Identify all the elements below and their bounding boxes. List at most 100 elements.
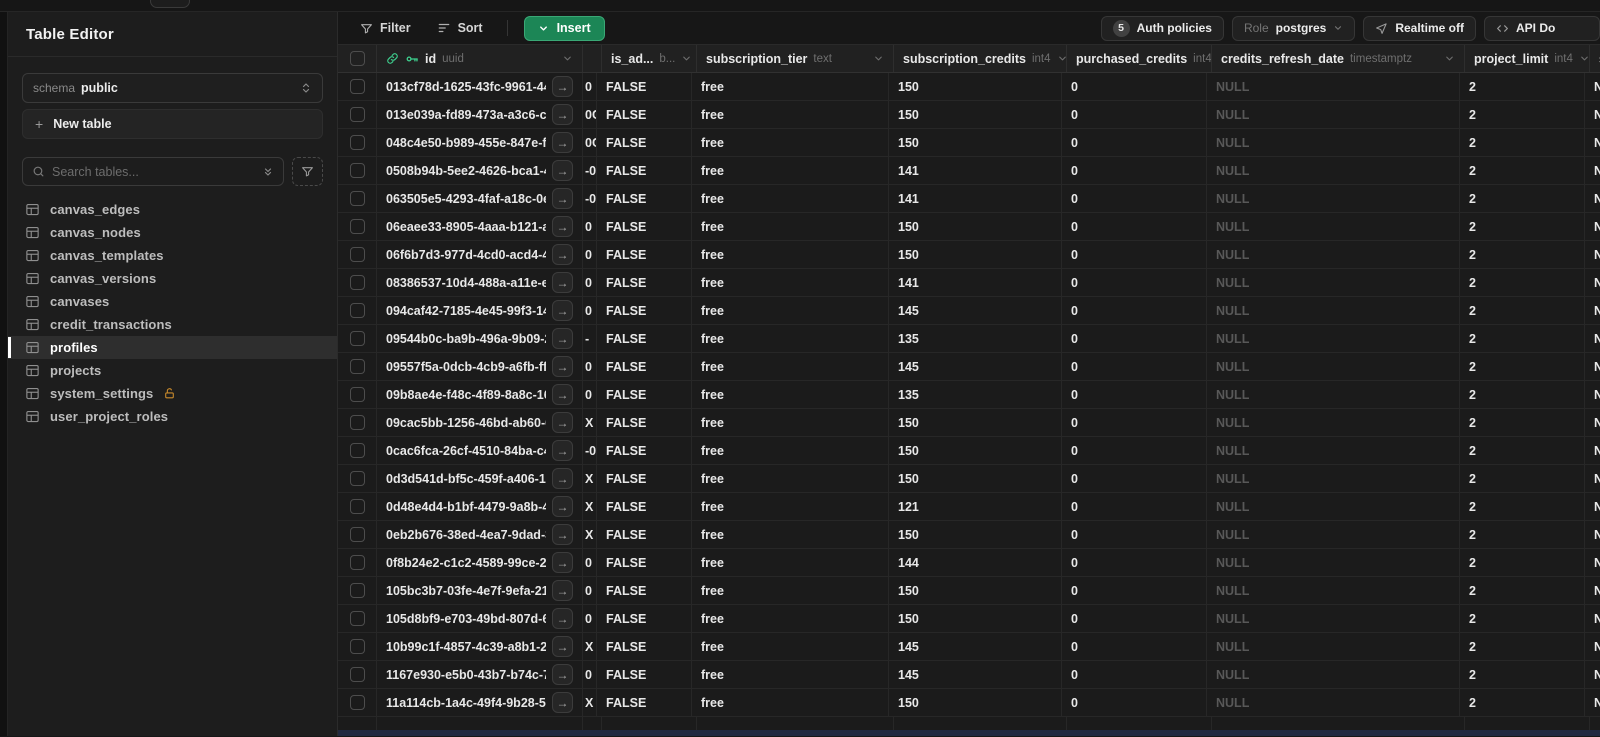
cell-subscription_tier[interactable]: free (692, 73, 889, 100)
search-tables-input[interactable]: Search tables... (22, 157, 284, 186)
cell-id[interactable]: 06f6b7d3-977d-4cd0-acd4-4a78... → (377, 241, 583, 268)
cell-project_limit[interactable]: 2 (1460, 409, 1585, 436)
cell-subscription_tier[interactable]: free (692, 157, 889, 184)
cell-is_admin[interactable]: FALSE (597, 661, 692, 688)
expand-row-button[interactable]: → (552, 160, 573, 181)
cell-subscription_tier[interactable]: free (692, 297, 889, 324)
cell-subscription_credits[interactable]: 150 (889, 213, 1062, 240)
cell-credits_refresh_date[interactable]: NULL (1207, 661, 1460, 688)
cell-id[interactable]: 09b8ae4e-f48c-4f89-8a8c-1629b... → (377, 381, 583, 408)
cell-id[interactable]: 08386537-10d4-488a-a11e-eb5a6... → (377, 269, 583, 296)
cell-frag[interactable]: X (583, 493, 597, 520)
cell-frag[interactable]: -0 (583, 437, 597, 464)
cell-project_limit[interactable]: 2 (1460, 689, 1585, 716)
cell-subscription_tier[interactable]: free (692, 325, 889, 352)
expand-row-button[interactable]: → (552, 636, 573, 657)
cell-purchased_credits[interactable]: 0 (1062, 465, 1207, 492)
column-menu-icon[interactable] (681, 53, 692, 64)
cell-subscription_credits[interactable]: 150 (889, 437, 1062, 464)
cell-id[interactable]: 0508b94b-5ee2-4626-bca1-4bca... → (377, 157, 583, 184)
sidebar-item-credit_transactions[interactable]: credit_transactions (8, 313, 337, 336)
cell-is_admin[interactable]: FALSE (597, 633, 692, 660)
cell-credits_refresh_date[interactable]: NULL (1207, 577, 1460, 604)
sidebar-filter-button[interactable] (292, 157, 323, 186)
cell-project_limit[interactable]: 2 (1460, 549, 1585, 576)
expand-row-button[interactable]: → (552, 244, 573, 265)
cell-frag[interactable]: X (583, 633, 597, 660)
cell-subscription_credits[interactable]: 144 (889, 549, 1062, 576)
row-checkbox[interactable] (349, 611, 365, 626)
cell-id[interactable]: 013e039a-fd89-473a-a3c6-ccfa9... → (377, 101, 583, 128)
row-checkbox[interactable] (349, 499, 365, 514)
cell-id[interactable]: 105d8bf9-e703-49bd-807d-645e... → (377, 605, 583, 632)
expand-row-button[interactable]: → (552, 300, 573, 321)
cell-is_admin[interactable]: FALSE (597, 549, 692, 576)
expand-row-button[interactable]: → (552, 328, 573, 349)
row-checkbox[interactable] (349, 359, 365, 374)
cell-su[interactable]: N (1585, 157, 1600, 184)
select-all-checkbox[interactable] (349, 51, 365, 66)
cell-credits_refresh_date[interactable]: NULL (1207, 325, 1460, 352)
cell-subscription_tier[interactable]: free (692, 213, 889, 240)
cell-subscription_tier[interactable]: free (692, 633, 889, 660)
cell-frag[interactable]: 0 (583, 381, 597, 408)
cell-subscription_tier[interactable]: free (692, 689, 889, 716)
cell-id[interactable]: 09cac5bb-1256-46bd-ab60-64ed... → (377, 409, 583, 436)
column-menu-icon[interactable] (1444, 53, 1455, 64)
cell-frag[interactable]: 0 (583, 549, 597, 576)
cell-id[interactable]: 10b99c1f-4857-4c39-a8b1-263b8... → (377, 633, 583, 660)
cell-su[interactable]: N (1585, 465, 1600, 492)
cell-id[interactable]: 0cac6fca-26cf-4510-84ba-c4580... → (377, 437, 583, 464)
cell-credits_refresh_date[interactable]: NULL (1207, 157, 1460, 184)
cell-is_admin[interactable]: FALSE (597, 101, 692, 128)
cell-project_limit[interactable]: 2 (1460, 213, 1585, 240)
cell-subscription_tier[interactable]: free (692, 269, 889, 296)
cell-subscription_credits[interactable]: 145 (889, 661, 1062, 688)
cell-credits_refresh_date[interactable]: NULL (1207, 437, 1460, 464)
column-menu-icon[interactable] (562, 53, 573, 64)
cell-project_limit[interactable]: 2 (1460, 241, 1585, 268)
cell-is_admin[interactable]: FALSE (597, 465, 692, 492)
sidebar-item-profiles[interactable]: profiles (8, 336, 337, 359)
cell-su[interactable]: N (1585, 689, 1600, 716)
cell-purchased_credits[interactable]: 0 (1062, 409, 1207, 436)
row-checkbox[interactable] (349, 303, 365, 318)
cell-id[interactable]: 09557f5a-0dcb-4cb9-a6fb-fff366... → (377, 353, 583, 380)
cell-credits_refresh_date[interactable]: NULL (1207, 101, 1460, 128)
cell-credits_refresh_date[interactable]: NULL (1207, 381, 1460, 408)
cell-su[interactable]: N (1585, 549, 1600, 576)
cell-project_limit[interactable]: 2 (1460, 521, 1585, 548)
cell-su[interactable]: N (1585, 605, 1600, 632)
cell-is_admin[interactable]: FALSE (597, 157, 692, 184)
cell-subscription_credits[interactable]: 150 (889, 521, 1062, 548)
cell-is_admin[interactable]: FALSE (597, 269, 692, 296)
cell-project_limit[interactable]: 2 (1460, 493, 1585, 520)
cell-id[interactable]: 11a114cb-1a4c-49f4-9b28-52219ec... → (377, 689, 583, 716)
expand-row-button[interactable]: → (552, 412, 573, 433)
expand-row-button[interactable]: → (552, 664, 573, 685)
sort-button[interactable]: Sort (429, 15, 491, 41)
column-menu-icon[interactable] (873, 53, 884, 64)
cell-subscription_credits[interactable]: 141 (889, 157, 1062, 184)
realtime-toggle-button[interactable]: Realtime off (1363, 15, 1476, 41)
cell-frag[interactable]: X (583, 409, 597, 436)
row-checkbox[interactable] (349, 219, 365, 234)
column-header-project_limit[interactable]: project_limit int4 (1465, 45, 1590, 72)
sidebar-item-user_project_roles[interactable]: user_project_roles (8, 405, 337, 428)
column-header-is_ad...[interactable]: is_ad... b... (602, 45, 697, 72)
cell-su[interactable]: N (1585, 661, 1600, 688)
cell-is_admin[interactable]: FALSE (597, 297, 692, 324)
cell-subscription_credits[interactable]: 150 (889, 73, 1062, 100)
cell-su[interactable]: N (1585, 577, 1600, 604)
cell-frag[interactable]: X (583, 465, 597, 492)
cell-purchased_credits[interactable]: 0 (1062, 297, 1207, 324)
cell-credits_refresh_date[interactable]: NULL (1207, 353, 1460, 380)
row-checkbox[interactable] (349, 695, 365, 710)
row-checkbox[interactable] (349, 443, 365, 458)
cell-subscription_credits[interactable]: 150 (889, 605, 1062, 632)
cell-is_admin[interactable]: FALSE (597, 129, 692, 156)
cell-frag[interactable]: 0 (583, 241, 597, 268)
expand-row-button[interactable]: → (552, 552, 573, 573)
cell-project_limit[interactable]: 2 (1460, 661, 1585, 688)
row-checkbox[interactable] (349, 107, 365, 122)
